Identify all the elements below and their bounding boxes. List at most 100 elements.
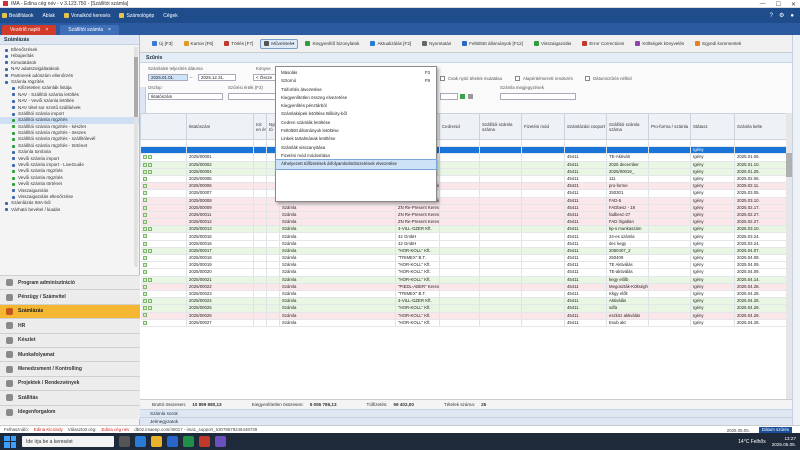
toolbar-muveletek-button[interactable]: Műveletek ▾ [260, 38, 299, 49]
menu-item-fizetesi-mod-modositasa[interactable]: Fizetési mód módosítása [276, 152, 436, 160]
clear-filter-icon[interactable] [468, 94, 473, 99]
table-row[interactable]: 2025/00026 Számla "HOR-KOLL" Kft. 45411 eszk… [140, 312, 786, 320]
date-from-input[interactable]: 2025.01.01. [148, 74, 188, 81]
date-to-input[interactable]: 2025.12.31. [198, 74, 236, 81]
menu-item-masolas[interactable]: Másolás F3 [276, 69, 436, 77]
row-checkbox[interactable] [147, 162, 152, 167]
ima-app-icon[interactable] [199, 436, 210, 447]
selected-row[interactable]: Igény [140, 146, 786, 155]
module-szamlazas[interactable]: Számlázás [0, 303, 140, 319]
row-checkbox[interactable] [142, 313, 147, 318]
row-checkbox[interactable] [142, 263, 147, 268]
close-button[interactable]: ✕ [791, 1, 796, 8]
row-checkbox[interactable] [142, 270, 147, 275]
row-checkbox[interactable] [142, 299, 147, 304]
menu-calculator[interactable]: Számológép [119, 13, 154, 19]
notes-section[interactable]: Jelmegyzatok [140, 417, 792, 425]
table-row[interactable]: 2025/00006Számla"PIEDL-ABER" Kereskedő45… [140, 182, 786, 191]
szures-input[interactable] [228, 93, 276, 100]
module-projektek-rendezvenyek[interactable]: Projektek / Rendezvények [0, 375, 140, 391]
toolbar-kiegyenlito-bizonylatok-button[interactable]: Kiegyenlítő bizonylatok [301, 39, 363, 49]
table-row[interactable]: 2025/00008SzámlaZN Re-Present Kereskedő4… [140, 197, 786, 205]
filter-input-2[interactable] [440, 93, 458, 100]
konyv-select[interactable]: < Össze [253, 74, 277, 81]
clock[interactable]: 13:27 2025.05.05. [772, 436, 796, 448]
row-checkbox[interactable] [142, 191, 147, 196]
filter-cell[interactable] [606, 139, 649, 148]
row-checkbox[interactable] [147, 169, 152, 174]
row-checkbox[interactable] [142, 176, 147, 181]
row-checkbox[interactable] [142, 205, 147, 210]
module-idegenforgalom[interactable]: Idegenforgalom [0, 404, 140, 419]
table-row[interactable]: 2025/00002Számla"TRIMEX" B.T.454112025 d… [140, 161, 786, 169]
filter-cell[interactable] [140, 139, 187, 148]
filter-cell[interactable] [439, 139, 480, 148]
filter-cell[interactable] [734, 139, 786, 148]
row-checkbox[interactable] [142, 320, 147, 325]
filter-cell[interactable] [521, 139, 565, 148]
filter-cell[interactable] [253, 139, 267, 148]
column-header-pro-forma-szamla[interactable]: Pro-forma / számla [648, 113, 691, 140]
minimize-button[interactable]: — [760, 1, 766, 7]
row-checkbox[interactable] [142, 248, 147, 253]
toolbar-torles-f7-button[interactable]: Törlés [F7] [220, 39, 257, 49]
table-row[interactable]: 2025/00016 Számla 42 GmbH 45411 dec kegy Igén… [140, 240, 786, 248]
filter-cell[interactable] [564, 139, 607, 148]
scroll-thumb[interactable] [134, 57, 138, 117]
row-checkbox[interactable] [142, 241, 147, 246]
table-row[interactable]: 2025/00013 Számla 4-VILL-GZER Kft. 45411 kp-… [140, 225, 786, 234]
toolbar-aktualizalas-f2-button[interactable]: Aktualizálás [F2] [366, 39, 415, 49]
tab-vezerlo-naplo[interactable]: Vezérlő napló × [2, 25, 57, 35]
module-hr[interactable]: HR [0, 318, 140, 333]
column-header-szamla-kelte[interactable]: Számla kelte [734, 113, 786, 140]
row-checkbox[interactable] [147, 155, 152, 160]
table-row[interactable]: 2025/00027 Számla "HOR-KOLL" Kft. 45411 Esub… [140, 319, 786, 327]
help-icon[interactable]: ? [770, 13, 773, 19]
row-checkbox[interactable] [142, 291, 147, 296]
explorer-icon[interactable] [151, 436, 162, 447]
row-checkbox[interactable] [142, 284, 147, 289]
toolbar-error-corrections-button[interactable]: Error Corrections [578, 39, 628, 49]
column-header-statusz[interactable]: Státusz [690, 113, 735, 140]
column-header-fizetesi-mod[interactable]: Fizetési mód [521, 113, 565, 140]
close-tab-icon[interactable]: × [45, 27, 48, 33]
toolbar-uj-f3-button[interactable]: Új [F3] [148, 39, 177, 49]
table-row[interactable]: 2025/00019 Számla "HOR-KOLL" Kft. 45411 TE A… [140, 261, 786, 270]
invoice-lines-section[interactable]: Számla sorok [140, 409, 792, 417]
menu-item-linkek-tartalmanak-letoltese[interactable]: Linkek tartalmának letöltése [276, 135, 436, 143]
row-checkbox[interactable] [142, 220, 147, 225]
table-row[interactable]: 2025/00012 SzámlaZN Re-Present Kereskedő 4… [140, 218, 786, 227]
column-header-icit-en-er[interactable]: Icit en ér [253, 113, 267, 140]
table-row[interactable]: 2025/00005SzámlaK&K Home-Art 20064541111… [140, 175, 786, 184]
module-szallitas[interactable]: Szállítás [0, 390, 140, 405]
row-checkbox[interactable] [142, 227, 147, 232]
open-items-checkbox[interactable] [440, 76, 445, 81]
gear-icon[interactable]: ⚙ [779, 12, 784, 19]
column-header-szallitoi-szamla-szama[interactable]: Szállítói számla száma [479, 113, 522, 140]
task-view-icon[interactable] [119, 436, 130, 447]
tab-szallitoi-szamla[interactable]: Szállítói számla × [60, 25, 119, 35]
toolbar-nyomtatas-button[interactable]: Nyomtatás [418, 39, 455, 49]
word-icon[interactable] [167, 436, 178, 447]
menu-window[interactable]: Ablak [42, 13, 55, 19]
menu-companies[interactable]: Cégek [163, 13, 177, 19]
table-row[interactable]: 2025/00024 Számla 4-VILL-GZER Kft. 45411 Akt… [140, 297, 786, 306]
filter-cell[interactable] [690, 139, 735, 148]
row-checkbox[interactable] [147, 277, 152, 282]
column-header-select[interactable] [140, 113, 187, 140]
toolbar-visszaigazolas-button[interactable]: Visszaigazolás [530, 39, 575, 49]
tree-item-varhato-bevetel-kiadas[interactable]: Várható bevétel / kiadás [0, 207, 139, 213]
table-row[interactable]: 2025/00023 Számla "TRIMEX" B.T. 45411 Kkgy e… [140, 290, 786, 299]
row-checkbox[interactable] [142, 212, 147, 217]
edge-icon[interactable] [135, 436, 146, 447]
menu-item-sztorno[interactable]: Sztornó F9 [276, 77, 436, 85]
megjegyzes-input[interactable] [500, 93, 576, 100]
oszlop-select[interactable]: Iktatószám [148, 93, 223, 100]
table-row[interactable]: 2025/00017 Számla "HOR-KOLL" Kft. 45411 2050… [140, 247, 786, 256]
row-checkbox[interactable] [147, 227, 152, 232]
column-header-szamlazasi-csoport[interactable]: Számlázási csoport [564, 113, 607, 140]
menu-item-tuiforites-atvezetese[interactable]: Tüiforítés átvezetése [276, 86, 436, 94]
row-checkbox[interactable] [142, 169, 147, 174]
teams-icon[interactable] [215, 436, 226, 447]
table-row[interactable]: 2025/00007Számla"TRIMEX" B.T.45411250301… [140, 189, 786, 198]
